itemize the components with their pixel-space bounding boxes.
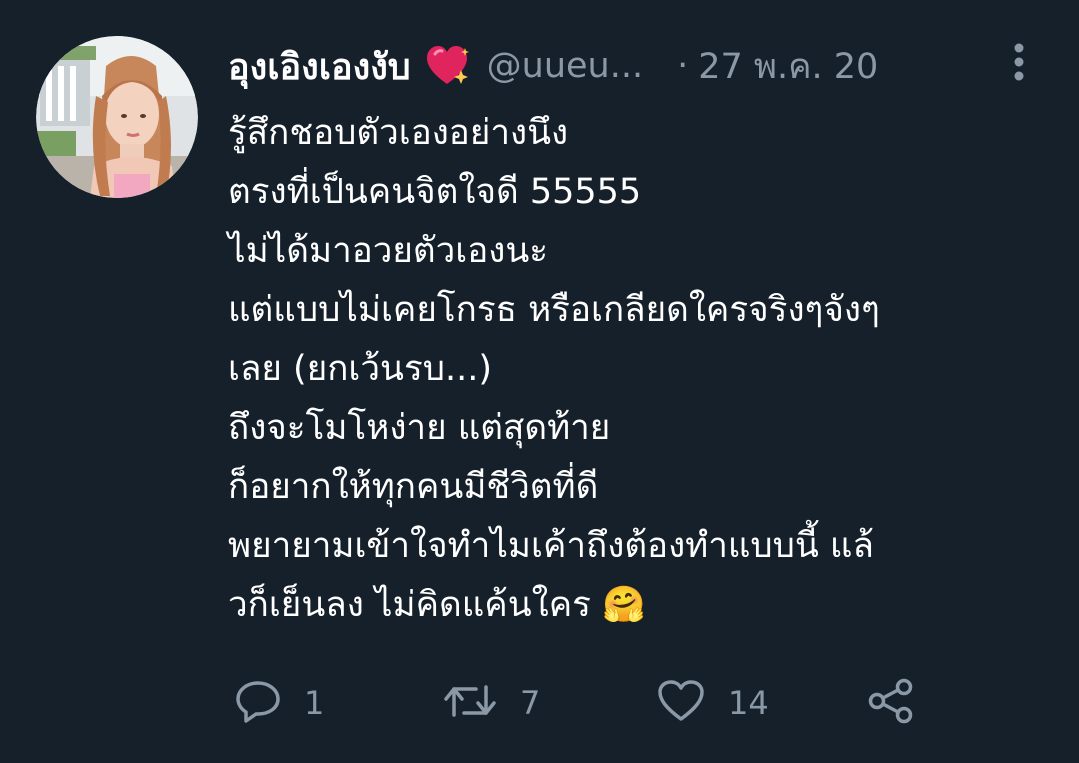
sparkling-heart-icon bbox=[425, 44, 471, 88]
tweet-actions: 1 7 14 bbox=[0, 670, 1079, 736]
reply-button[interactable]: 1 bbox=[234, 670, 324, 736]
tweet-header: อุงเอิงเองงับ @uueu... · 27 พ.ค. 20 bbox=[228, 38, 1028, 94]
avatar[interactable] bbox=[36, 36, 198, 198]
share-icon bbox=[866, 678, 916, 728]
retweet-button[interactable]: 7 bbox=[442, 670, 540, 736]
user-handle[interactable]: @uueu... bbox=[487, 46, 643, 86]
display-name[interactable]: อุงเอิงเองงับ bbox=[228, 38, 411, 95]
more-options-icon[interactable] bbox=[1005, 40, 1033, 84]
retweet-count: 7 bbox=[520, 684, 541, 722]
like-count: 14 bbox=[728, 684, 769, 722]
like-button[interactable]: 14 bbox=[656, 670, 769, 736]
retweet-icon bbox=[442, 679, 498, 727]
tweet-date[interactable]: 27 พ.ค. 20 bbox=[698, 39, 878, 94]
reply-icon bbox=[234, 679, 282, 727]
reply-count: 1 bbox=[304, 684, 325, 722]
tweet-text: รู้สึกชอบตัวเองอย่างนึง ตรงที่เป็นคนจิตใ… bbox=[228, 113, 880, 625]
share-button[interactable] bbox=[866, 670, 916, 736]
tweet-card[interactable]: อุงเอิงเองงับ @uueu... · 27 พ.ค. 20 รู้ส… bbox=[0, 0, 1079, 763]
header-separator: · bbox=[677, 46, 689, 86]
heart-icon bbox=[656, 679, 706, 727]
